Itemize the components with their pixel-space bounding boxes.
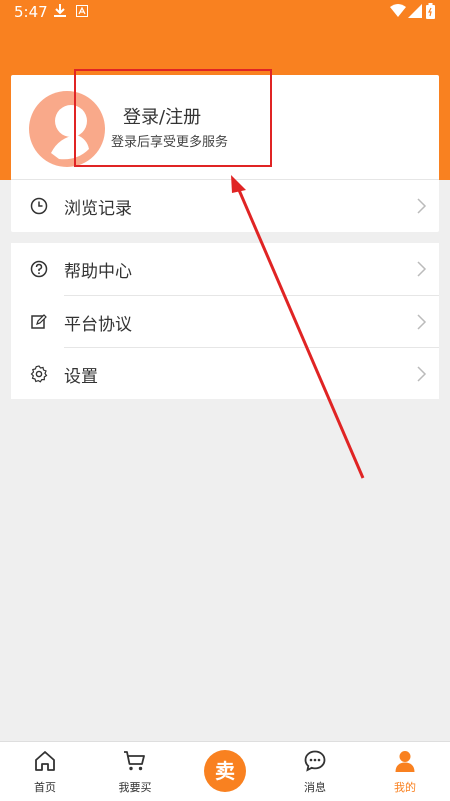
tab-label: 我的 xyxy=(394,781,416,794)
menu-item-browse-history[interactable]: 浏览记录 xyxy=(11,180,439,232)
download-icon xyxy=(54,4,66,17)
cart-icon xyxy=(124,751,145,771)
help-icon xyxy=(30,260,48,278)
signal-icon xyxy=(408,4,422,18)
status-bar: 5:47 xyxy=(0,0,450,24)
gear-icon xyxy=(30,365,48,383)
battery-icon xyxy=(426,3,435,19)
tab-messages[interactable]: 消息 xyxy=(270,742,360,801)
sell-button[interactable]: 卖 xyxy=(204,750,246,792)
menu-item-settings[interactable]: 设置 xyxy=(11,348,439,400)
chevron-right-icon xyxy=(417,261,427,277)
chevron-right-icon xyxy=(417,198,427,214)
tab-label: 消息 xyxy=(304,781,326,794)
login-register-link[interactable]: 登录/注册 xyxy=(123,103,201,129)
menu-item-help-center[interactable]: 帮助中心 xyxy=(11,243,439,295)
home-icon xyxy=(35,751,55,771)
user-icon xyxy=(395,751,415,772)
tab-buy[interactable]: 我要买 xyxy=(90,742,180,801)
tab-label: 首页 xyxy=(34,781,56,794)
clock-icon xyxy=(30,197,48,215)
tab-sell[interactable]: 卖 xyxy=(180,742,270,801)
bottom-tab-bar: 首页 我要买 卖 消息 我的 xyxy=(0,741,450,801)
chevron-right-icon xyxy=(417,314,427,330)
menu-item-platform-agreement[interactable]: 平台协议 xyxy=(11,296,439,348)
tab-label: 我要买 xyxy=(118,781,152,794)
wifi-icon xyxy=(390,4,406,17)
menu-item-label: 帮助中心 xyxy=(64,262,132,282)
message-icon xyxy=(304,750,326,772)
menu-item-label: 浏览记录 xyxy=(64,199,132,219)
login-subtitle: 登录后享受更多服务 xyxy=(111,135,229,150)
profile-card: 登录/注册 登录后享受更多服务 浏览记录 xyxy=(11,69,439,232)
edit-document-icon xyxy=(31,314,47,329)
menu-item-label: 平台协议 xyxy=(64,315,132,335)
chevron-right-icon xyxy=(417,366,427,382)
tab-home[interactable]: 首页 xyxy=(0,742,90,801)
notification-icon xyxy=(76,5,88,17)
tab-mine[interactable]: 我的 xyxy=(360,742,450,801)
menu-item-label: 设置 xyxy=(64,367,98,387)
status-time: 5:47 xyxy=(14,3,48,21)
menu-card: 帮助中心 平台协议 设置 xyxy=(11,243,439,399)
